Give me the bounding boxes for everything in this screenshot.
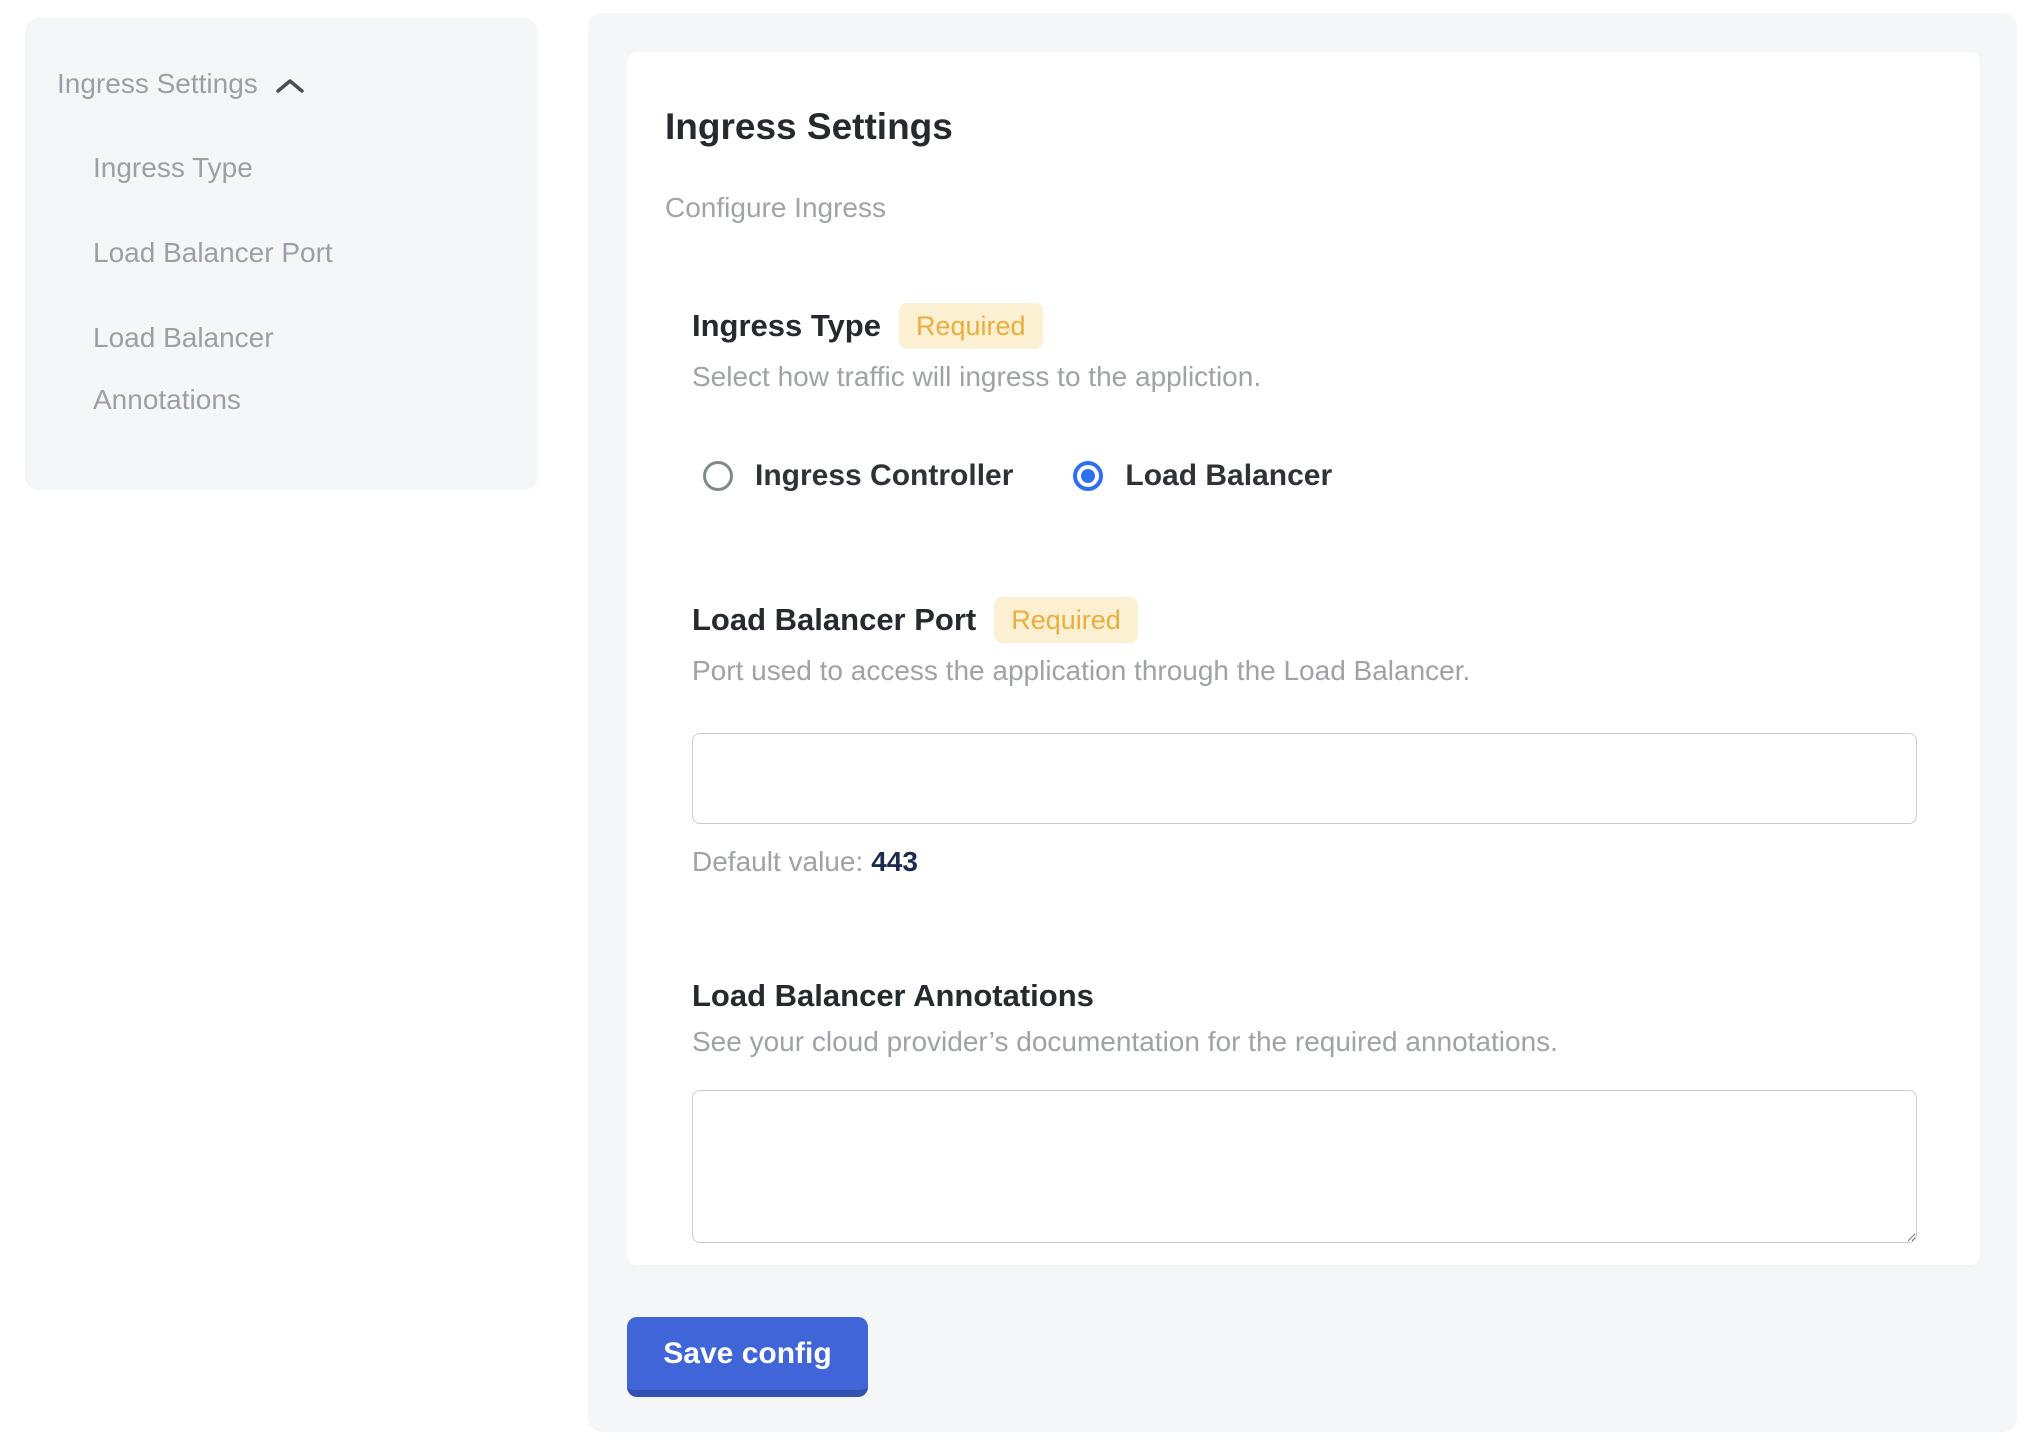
radio-unchecked-icon[interactable]	[703, 461, 733, 491]
ingress-type-description: Select how traffic will ingress to the a…	[692, 361, 1917, 393]
sidebar-item-ingress-type[interactable]: Ingress Type	[93, 137, 408, 199]
default-value-label: Default value:	[692, 846, 863, 877]
form-sections: Ingress Type Required Select how traffic…	[692, 303, 1917, 1243]
default-value-line: Default value: 443	[692, 846, 1917, 878]
sidebar-item-list: Ingress Type Load Balancer Port Load Bal…	[57, 137, 538, 431]
sidebar-group-label: Ingress Settings	[57, 64, 258, 104]
load-balancer-annotations-label-row: Load Balancer Annotations	[692, 978, 1917, 1014]
required-badge: Required	[994, 597, 1138, 643]
page-title: Ingress Settings	[665, 103, 1917, 151]
section-load-balancer-annotations: Load Balancer Annotations See your cloud…	[692, 978, 1917, 1243]
default-value: 443	[871, 846, 918, 877]
ingress-type-label-row: Ingress Type Required	[692, 303, 1917, 349]
sidebar-item-load-balancer-annotations[interactable]: Load Balancer Annotations	[93, 307, 408, 431]
ingress-type-label: Ingress Type	[692, 308, 881, 344]
radio-label-load-balancer: Load Balancer	[1125, 459, 1332, 493]
ingress-settings-panel: Ingress Settings Configure Ingress Ingre…	[588, 13, 2017, 1432]
ingress-settings-card: Ingress Settings Configure Ingress Ingre…	[627, 52, 1980, 1265]
section-load-balancer-port: Load Balancer Port Required Port used to…	[692, 597, 1917, 878]
radio-option-load-balancer[interactable]: Load Balancer	[1073, 459, 1332, 493]
ingress-type-radio-group: Ingress Controller Load Balancer	[703, 459, 1917, 493]
load-balancer-port-label: Load Balancer Port	[692, 602, 976, 638]
settings-sidebar: Ingress Settings Ingress Type Load Balan…	[25, 18, 538, 490]
sidebar-group-ingress-settings[interactable]: Ingress Settings	[57, 64, 538, 104]
radio-checked-icon[interactable]	[1073, 461, 1103, 491]
radio-option-ingress-controller[interactable]: Ingress Controller	[703, 459, 1013, 493]
load-balancer-port-label-row: Load Balancer Port Required	[692, 597, 1917, 643]
section-ingress-type: Ingress Type Required Select how traffic…	[692, 303, 1917, 493]
load-balancer-annotations-description: See your cloud provider’s documentation …	[692, 1026, 1917, 1058]
load-balancer-annotations-textarea[interactable]	[692, 1090, 1917, 1243]
save-config-button[interactable]: Save config	[627, 1317, 868, 1397]
load-balancer-annotations-label: Load Balancer Annotations	[692, 978, 1094, 1014]
radio-label-ingress-controller: Ingress Controller	[755, 459, 1013, 493]
load-balancer-port-description: Port used to access the application thro…	[692, 655, 1917, 687]
page-subtitle: Configure Ingress	[665, 193, 1917, 223]
sidebar-item-load-balancer-port[interactable]: Load Balancer Port	[93, 222, 408, 284]
required-badge: Required	[899, 303, 1043, 349]
chevron-up-icon	[274, 75, 306, 97]
load-balancer-port-input[interactable]	[692, 733, 1917, 824]
